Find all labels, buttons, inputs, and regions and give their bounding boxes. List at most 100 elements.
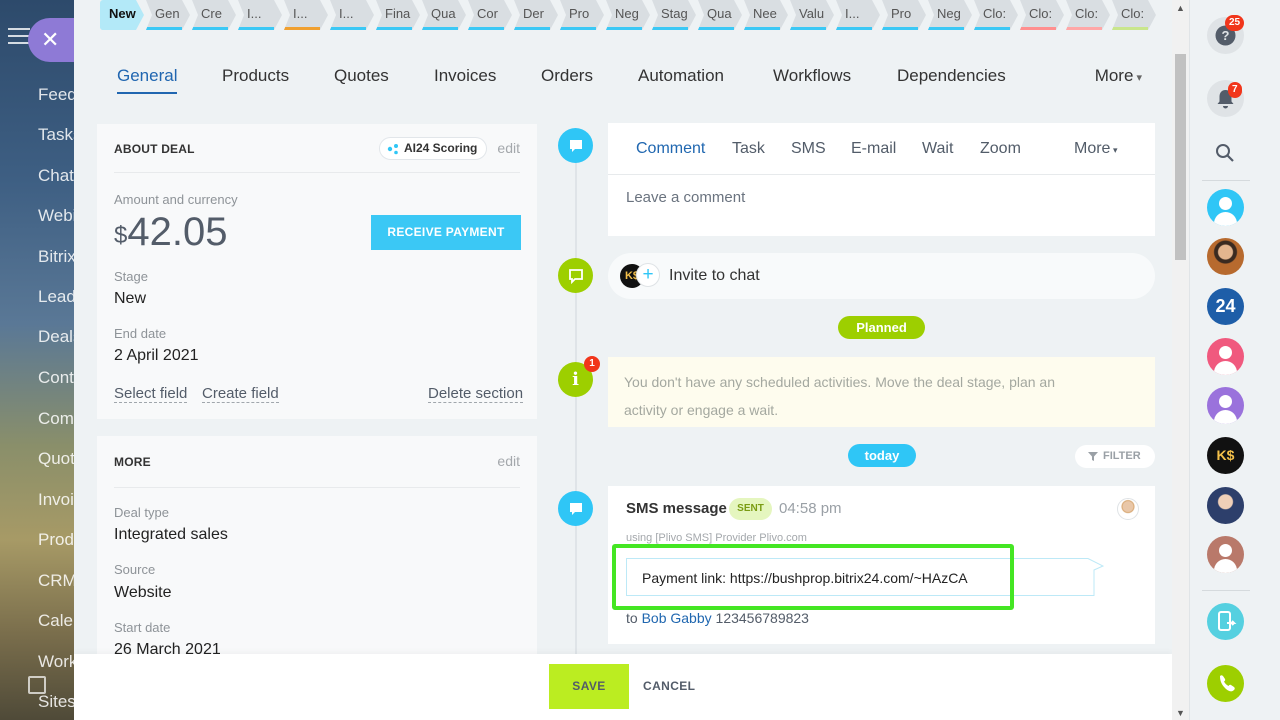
- stage-15[interactable]: Nee: [744, 0, 788, 30]
- create-field-link[interactable]: Create field: [202, 385, 279, 403]
- tab-general[interactable]: General: [117, 66, 178, 94]
- deal-slider-panel: New Gen Cre I... I... I... Fina Qua Cor Der Pro Neg…: [74, 0, 1172, 720]
- stage-19[interactable]: Neg: [928, 0, 972, 30]
- call-button[interactable]: [1207, 665, 1244, 702]
- contact-avatar[interactable]: [1207, 238, 1244, 275]
- contact-avatar[interactable]: [1207, 536, 1244, 573]
- stage-6[interactable]: I...: [330, 0, 374, 30]
- source-label: Source: [114, 562, 156, 577]
- tab-workflows[interactable]: Workflows: [773, 66, 851, 86]
- sms-recipient: to Bob Gabby 123456789823: [626, 610, 809, 626]
- tab-wait[interactable]: Wait: [922, 140, 953, 158]
- left-menu-item[interactable]: Tasks: [38, 125, 74, 145]
- tab-products[interactable]: Products: [222, 66, 289, 86]
- left-menu-item[interactable]: Quotes: [38, 449, 74, 469]
- stage-10[interactable]: Der: [514, 0, 558, 30]
- scroll-up-icon[interactable]: ▲: [1176, 3, 1185, 13]
- stage-17[interactable]: I...: [836, 0, 880, 30]
- stage-14[interactable]: Qua: [698, 0, 742, 30]
- left-menu-item[interactable]: Webinars: [38, 206, 74, 226]
- contact-avatar[interactable]: [1207, 387, 1244, 424]
- left-menu-item[interactable]: Invoices: [38, 490, 74, 510]
- tab-zoom[interactable]: Zoom: [980, 140, 1021, 158]
- tab-quotes[interactable]: Quotes: [334, 66, 389, 86]
- delete-section-link[interactable]: Delete section: [428, 385, 524, 403]
- stage-1[interactable]: New: [100, 0, 144, 30]
- scrollbar[interactable]: ▲ ▼: [1172, 0, 1189, 720]
- left-menu-item[interactable]: Contacts: [38, 368, 74, 388]
- close-slider-button[interactable]: ✕: [28, 18, 74, 62]
- ai-scoring-badge[interactable]: AI24 Scoring: [379, 137, 488, 160]
- left-menu-item[interactable]: Bitrix: [38, 247, 74, 267]
- bitrix24-avatar[interactable]: 24: [1207, 288, 1244, 325]
- stage-18[interactable]: Pro: [882, 0, 926, 30]
- invite-to-chat-row[interactable]: K$ + Invite to chat: [608, 253, 1155, 299]
- stage-22[interactable]: Clo:: [1066, 0, 1110, 30]
- stage-8[interactable]: Qua: [422, 0, 466, 30]
- tab-more[interactable]: More: [1095, 66, 1142, 86]
- tab-more[interactable]: More: [1074, 140, 1117, 158]
- stage-16[interactable]: Valu: [790, 0, 834, 30]
- edit-link[interactable]: edit: [497, 453, 520, 469]
- tab-automation[interactable]: Automation: [638, 66, 724, 86]
- stage-label: Gen: [155, 6, 180, 21]
- avatar[interactable]: [1117, 498, 1139, 520]
- contact-avatar[interactable]: [1207, 487, 1244, 524]
- comment-input[interactable]: Leave a comment: [626, 189, 745, 206]
- tab-email[interactable]: E-mail: [851, 140, 896, 158]
- stage-4[interactable]: I...: [238, 0, 282, 30]
- stage-7[interactable]: Fina: [376, 0, 420, 30]
- contact-avatar[interactable]: [1207, 338, 1244, 375]
- stage-color-underline: [882, 27, 918, 30]
- scrollbar-thumb[interactable]: [1175, 54, 1186, 260]
- ai-scoring-icon: [387, 144, 398, 155]
- tab-sms[interactable]: SMS: [791, 140, 826, 158]
- left-menu-item[interactable]: CRM: [38, 571, 74, 591]
- tab-task[interactable]: Task: [732, 140, 765, 158]
- left-menu-item[interactable]: Calendar: [38, 611, 74, 631]
- plus-icon[interactable]: +: [636, 263, 660, 287]
- phone-transfer-button[interactable]: [1207, 603, 1244, 640]
- stage-13[interactable]: Stag: [652, 0, 696, 30]
- stage-20[interactable]: Clo:: [974, 0, 1018, 30]
- stage-color-underline: [1112, 27, 1148, 30]
- stage-9[interactable]: Cor: [468, 0, 512, 30]
- filter-button[interactable]: FILTER: [1075, 445, 1155, 468]
- select-field-link[interactable]: Select field: [114, 385, 188, 403]
- menu-icon[interactable]: [8, 28, 30, 49]
- contact-link[interactable]: Bob Gabby: [642, 610, 712, 626]
- tab-invoices[interactable]: Invoices: [434, 66, 496, 86]
- left-menu-item[interactable]: Companies: [38, 409, 74, 429]
- stage-12[interactable]: Neg: [606, 0, 650, 30]
- stage-11[interactable]: Pro: [560, 0, 604, 30]
- stage-progress-bar: New Gen Cre I... I... I... Fina Qua Cor Der Pro Neg…: [100, 0, 1158, 30]
- end-date-value[interactable]: 2 April 2021: [114, 347, 199, 365]
- tab-dependencies[interactable]: Dependencies: [897, 66, 1006, 86]
- left-menu-item[interactable]: Workgroups: [38, 652, 74, 672]
- left-menu-item[interactable]: Products: [38, 530, 74, 550]
- tab-orders[interactable]: Orders: [541, 66, 593, 86]
- contact-avatar[interactable]: K$: [1207, 437, 1244, 474]
- left-menu-item[interactable]: Chat: [38, 166, 74, 186]
- source-value[interactable]: Website: [114, 584, 172, 602]
- contact-avatar[interactable]: [1207, 189, 1244, 226]
- edit-link[interactable]: edit: [497, 140, 520, 156]
- receive-payment-button[interactable]: RECEIVE PAYMENT: [371, 215, 521, 250]
- tab-comment[interactable]: Comment: [636, 140, 705, 158]
- stage-5[interactable]: I...: [284, 0, 328, 30]
- stage-23[interactable]: Clo:: [1112, 0, 1156, 30]
- left-menu-item[interactable]: Sites: [38, 692, 74, 712]
- stage-21[interactable]: Clo:: [1020, 0, 1064, 30]
- deal-type-value[interactable]: Integrated sales: [114, 526, 228, 544]
- cancel-button[interactable]: CANCEL: [643, 664, 695, 709]
- left-menu-item[interactable]: Leads: [38, 287, 74, 307]
- stage-value[interactable]: New: [114, 290, 146, 308]
- stage-3[interactable]: Cre: [192, 0, 236, 30]
- filter-label: FILTER: [1103, 450, 1141, 462]
- stage-2[interactable]: Gen: [146, 0, 190, 30]
- save-button[interactable]: SAVE: [549, 664, 629, 709]
- left-menu-item[interactable]: Deals: [38, 327, 74, 347]
- search-button[interactable]: [1207, 135, 1244, 172]
- left-menu-item[interactable]: Feed: [38, 85, 74, 105]
- scroll-down-icon[interactable]: ▼: [1176, 708, 1185, 718]
